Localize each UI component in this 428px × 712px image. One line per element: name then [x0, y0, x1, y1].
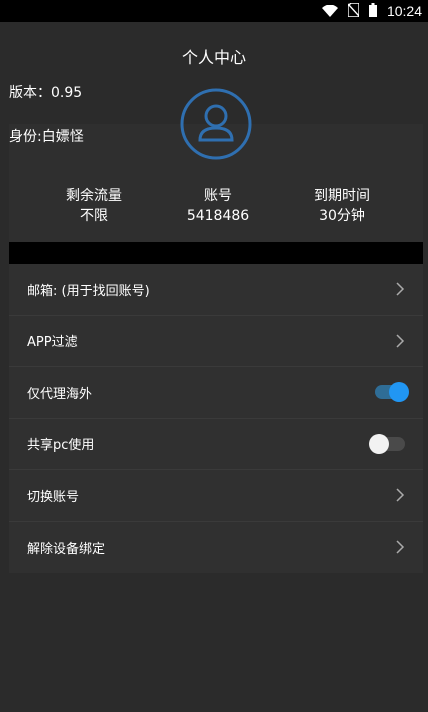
stat-value: 5418486 [186, 208, 250, 224]
chevron-right-icon [396, 488, 405, 502]
menu-item-label: 邮箱: (用于找回账号) [27, 283, 150, 299]
menu-item-label: APP过滤 [27, 335, 78, 351]
menu-item-email[interactable]: 邮箱: (用于找回账号) [9, 264, 423, 316]
menu-item-label: 仅代理海外 [27, 386, 93, 402]
account-stats: 剩余流量 不限 账号 5418486 到期时间 30分钟 [9, 186, 423, 230]
status-time: 10:24 [386, 3, 422, 19]
share-pc-toggle[interactable] [369, 433, 405, 454]
menu-item-label: 解除设备绑定 [27, 541, 106, 557]
stat-label: 到期时间 [314, 188, 370, 204]
chevron-right-icon [396, 540, 405, 554]
menu-item-unbind-device[interactable]: 解除设备绑定 [9, 522, 423, 574]
status-bar: 10:24 [0, 0, 428, 22]
wifi-icon [321, 2, 338, 21]
battery-icon [368, 2, 377, 21]
menu-item-overseas-proxy: 仅代理海外 [9, 367, 423, 419]
menu-item-label: 切换账号 [27, 489, 80, 505]
chevron-right-icon [396, 282, 405, 296]
stat-expiry: 到期时间 30分钟 [287, 186, 397, 230]
stat-label: 账号 [204, 188, 232, 204]
menu-item-label: 共享pc使用 [27, 438, 95, 454]
overseas-proxy-toggle[interactable] [375, 382, 409, 403]
no-sim-icon [347, 1, 360, 21]
menu-item-app-filter[interactable]: APP过滤 [9, 316, 423, 367]
stat-traffic: 剩余流量 不限 [39, 186, 149, 230]
stat-value: 30分钟 [319, 208, 365, 224]
menu-item-share-pc: 共享pc使用 [9, 419, 423, 470]
stat-account: 账号 5418486 [163, 186, 273, 230]
identity-label: 身份:白嫖怪 [9, 129, 84, 145]
settings-menu: 邮箱: (用于找回账号) APP过滤 仅代理海外 共享pc使用 切换账号 解除设… [9, 264, 423, 573]
stat-label: 剩余流量 [66, 188, 122, 204]
toggle-knob [389, 382, 409, 403]
menu-item-switch-account[interactable]: 切换账号 [9, 470, 423, 522]
page-title: 个人中心 [181, 48, 246, 67]
user-avatar-icon[interactable] [180, 88, 252, 160]
toggle-knob [369, 433, 389, 454]
chevron-right-icon [396, 334, 405, 348]
divider-band [9, 242, 423, 264]
version-label: 版本：0.95 [9, 85, 83, 101]
stat-value: 不限 [80, 208, 108, 224]
